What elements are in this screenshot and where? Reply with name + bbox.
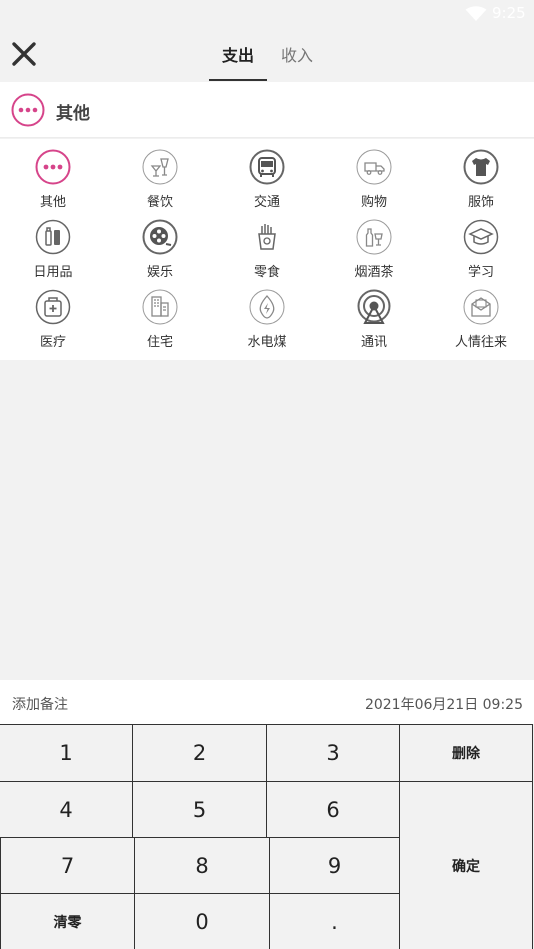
category-label: 医疗	[39, 335, 66, 350]
tab-expense[interactable]: 支出	[222, 42, 254, 68]
category-label: 其他	[39, 195, 66, 210]
graduation-cap-icon	[463, 219, 499, 255]
category-label: 餐饮	[146, 195, 173, 210]
header: 支出 收入	[0, 28, 534, 82]
bus-icon	[249, 149, 285, 185]
status-bar: 9:25	[0, 0, 534, 28]
category-label: 日用品	[33, 265, 73, 280]
category-snacks[interactable]: 零食	[214, 209, 320, 280]
more-dots-icon	[11, 93, 45, 127]
more-dots-icon	[35, 149, 71, 185]
category-communication[interactable]: 通讯	[321, 279, 427, 350]
category-shopping[interactable]: 购物	[321, 139, 427, 210]
tshirt-icon	[463, 149, 499, 185]
confirm-button[interactable]: 确定	[399, 781, 533, 949]
decimal-point-key[interactable]: .	[269, 893, 400, 949]
film-reel-icon	[142, 219, 178, 255]
category-label: 烟酒茶	[354, 265, 394, 280]
category-medical[interactable]: 医疗	[0, 279, 106, 350]
category-housing[interactable]: 住宅	[107, 279, 213, 350]
category-study[interactable]: 学习	[428, 209, 534, 280]
category-label: 服饰	[467, 195, 494, 210]
category-label: 住宅	[146, 335, 173, 350]
key-7[interactable]: 7	[0, 837, 135, 894]
category-gifts-social[interactable]: 人情往来	[428, 279, 534, 350]
add-note-field[interactable]: 添加备注	[12, 694, 68, 714]
key-0[interactable]: 0	[134, 893, 270, 949]
category-label: 购物	[360, 195, 387, 210]
key-1[interactable]: 1	[0, 724, 133, 782]
date-time-selector[interactable]: 2021年06月21日 09:25	[365, 694, 523, 714]
key-9[interactable]: 9	[269, 837, 400, 894]
clear-button[interactable]: 清零	[0, 893, 135, 949]
wifi-icon	[465, 6, 487, 21]
category-label: 水电煤	[247, 335, 287, 350]
selected-category-bar: 其他	[0, 82, 534, 138]
key-2[interactable]: 2	[132, 724, 267, 782]
category-label: 通讯	[360, 335, 387, 350]
selected-category-label: 其他	[56, 104, 90, 124]
category-grid: 其他 餐饮 交通 购物 服饰 日用品 娱乐 零食 烟酒茶 学习 医疗 住宅 水电…	[0, 139, 534, 360]
snack-icon	[258, 224, 276, 250]
category-entertainment[interactable]: 娱乐	[107, 209, 213, 280]
status-time: 9:25	[492, 4, 526, 22]
tab-income[interactable]: 收入	[281, 42, 313, 68]
key-3[interactable]: 3	[266, 724, 400, 782]
key-4[interactable]: 4	[0, 781, 133, 838]
category-label: 人情往来	[454, 335, 507, 350]
close-icon[interactable]	[8, 38, 40, 70]
envelope-icon	[463, 289, 499, 325]
category-utilities[interactable]: 水电煤	[214, 279, 320, 350]
key-5[interactable]: 5	[132, 781, 267, 838]
key-6[interactable]: 6	[266, 781, 400, 838]
truck-icon	[356, 149, 392, 185]
bottle-cup-icon	[356, 219, 392, 255]
delete-button[interactable]: 删除	[399, 724, 533, 782]
toiletries-icon	[35, 219, 71, 255]
category-label: 学习	[467, 265, 494, 280]
building-icon	[142, 289, 178, 325]
category-label: 娱乐	[146, 265, 173, 280]
dining-icon	[142, 149, 178, 185]
category-other[interactable]: 其他	[0, 139, 106, 210]
category-transport[interactable]: 交通	[214, 139, 320, 210]
utility-bolt-icon	[249, 289, 285, 325]
numeric-keypad: 1 2 3 删除 4 5 6 确定 7 8 9 清零 0 .	[0, 724, 534, 949]
category-label: 零食	[253, 265, 280, 280]
category-label: 交通	[253, 195, 280, 210]
signal-tower-icon	[357, 289, 391, 324]
active-tab-indicator	[209, 79, 267, 81]
category-dining[interactable]: 餐饮	[107, 139, 213, 210]
medical-kit-icon	[35, 289, 71, 325]
note-bar: 添加备注 2021年06月21日 09:25	[0, 680, 534, 724]
key-8[interactable]: 8	[134, 837, 270, 894]
category-clothing[interactable]: 服饰	[428, 139, 534, 210]
category-daily-goods[interactable]: 日用品	[0, 209, 106, 280]
category-tobacco-alcohol-tea[interactable]: 烟酒茶	[321, 209, 427, 280]
